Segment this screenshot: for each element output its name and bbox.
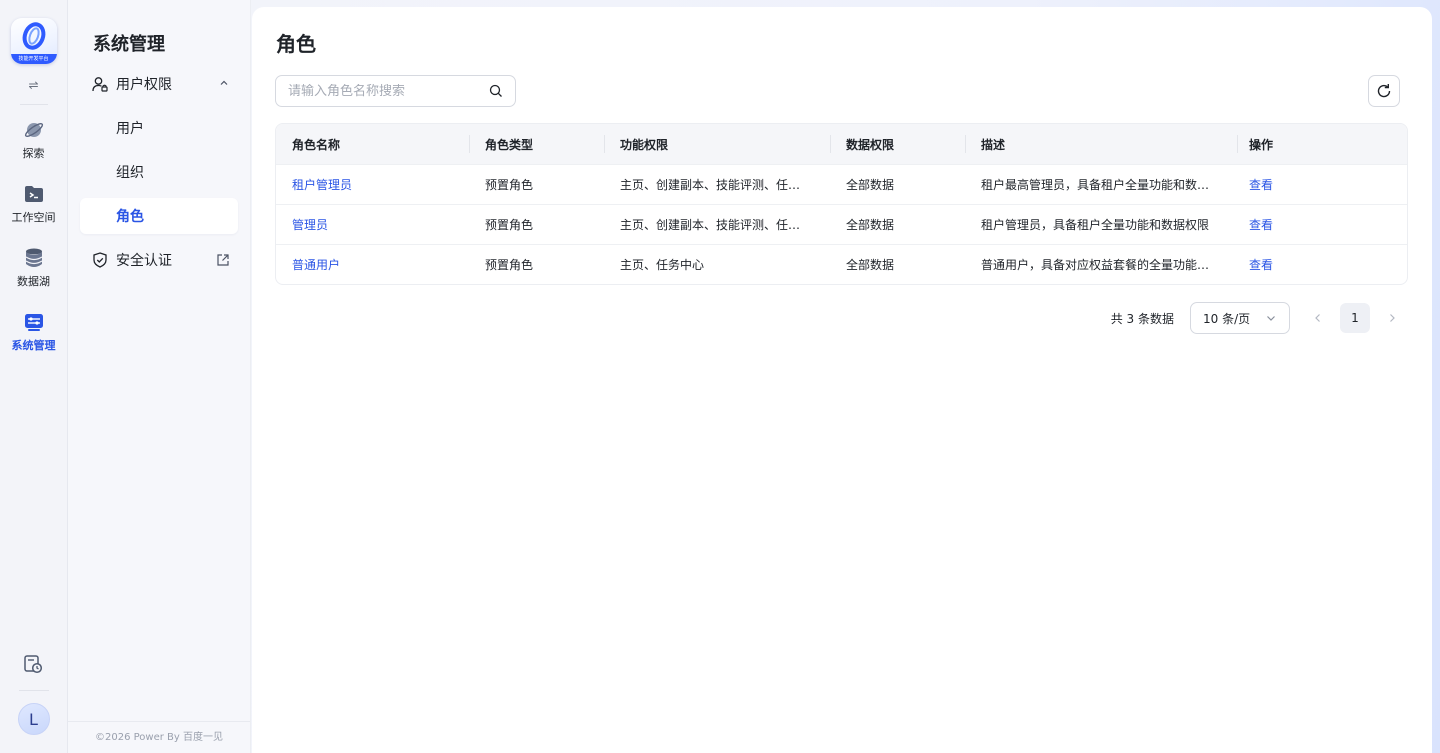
table-header-row: 角色名称 角色类型 功能权限 数据权限 描述 操作 <box>276 124 1407 164</box>
sidebar-item-roles[interactable]: 角色 <box>80 198 238 234</box>
roles-table: 角色名称 角色类型 功能权限 数据权限 描述 操作 租户管理员 预置角色 主页、… <box>275 123 1408 285</box>
chevron-right-icon <box>1390 314 1395 322</box>
rail-bottom: L <box>17 654 50 753</box>
secondary-sidebar: 系统管理 用户权限 用户 组织 角色 安全认证 ©2026 Power By 百… <box>68 0 251 753</box>
table-row: 普通用户 预置角色 主页、任务中心 全部数据 普通用户，具备对应权益套餐的全量功… <box>276 244 1407 284</box>
search-input[interactable] <box>288 83 489 99</box>
shield-icon <box>93 252 107 268</box>
logo-badge: 技能开发平台 <box>10 54 57 64</box>
rail-item-explore[interactable]: 探索 <box>4 119 64 161</box>
table-row: 租户管理员 预置角色 主页、创建副本、技能评测、任务... 全部数据 租户最高管… <box>276 164 1407 204</box>
database-icon <box>23 247 45 269</box>
description-cell: 租户最高管理员，具备租户全量功能和数据... <box>981 178 1221 192</box>
refresh-icon <box>1377 84 1391 98</box>
rail-item-label: 数据湖 <box>17 275 50 288</box>
function-permission-cell: 主页、创建副本、技能评测、任务... <box>620 178 812 192</box>
next-page-button[interactable] <box>1382 308 1402 328</box>
page-size-select[interactable]: 10 条/页 <box>1190 302 1290 334</box>
sidebar-item-organization[interactable]: 组织 <box>80 154 238 190</box>
data-permission-cell: 全部数据 <box>846 218 895 232</box>
sidebar-item-users[interactable]: 用户 <box>80 110 238 146</box>
role-name-link[interactable]: 管理员 <box>292 216 328 233</box>
rail-item-label: 探索 <box>22 147 45 160</box>
total-count: 共 3 条数据 <box>1110 311 1174 326</box>
role-name-link[interactable]: 租户管理员 <box>292 176 352 193</box>
view-action-link[interactable]: 查看 <box>1249 216 1273 233</box>
history-icon[interactable] <box>23 654 45 676</box>
planet-icon <box>23 119 45 141</box>
column-header: 角色名称 <box>292 137 341 152</box>
rail-item-label: 工作空间 <box>11 211 56 224</box>
view-action-link[interactable]: 查看 <box>1249 176 1273 193</box>
chevron-left-icon <box>1315 314 1320 322</box>
page-size-value: 10 条/页 <box>1203 311 1251 326</box>
refresh-button[interactable] <box>1368 75 1400 107</box>
role-name-link[interactable]: 普通用户 <box>292 256 340 273</box>
rail-divider <box>18 690 49 691</box>
sidebar-item-label: 安全认证 <box>116 253 172 269</box>
swap-icon[interactable]: ⇌ <box>28 78 38 92</box>
search-box <box>275 75 516 107</box>
data-permission-cell: 全部数据 <box>846 258 895 272</box>
view-action-link[interactable]: 查看 <box>1249 256 1273 273</box>
sidebar-item-security[interactable]: 安全认证 <box>80 242 238 278</box>
search-icon[interactable] <box>489 84 503 98</box>
prev-page-button[interactable] <box>1308 308 1328 328</box>
function-permission-cell: 主页、创建副本、技能评测、任务... <box>620 218 812 232</box>
column-header: 操作 <box>1237 124 1407 164</box>
app-logo[interactable]: 技能开发平台 <box>10 18 57 64</box>
role-type-cell: 预置角色 <box>485 218 534 232</box>
external-link-icon <box>217 254 229 266</box>
table-row: 管理员 预置角色 主页、创建副本、技能评测、任务... 全部数据 租户管理员，具… <box>276 204 1407 244</box>
pagination: 共 3 条数据 10 条/页 1 <box>1111 302 1408 334</box>
terminal-folder-icon <box>23 183 45 205</box>
sidebar-group-label: 用户权限 <box>116 77 172 93</box>
sidebar-title: 系统管理 <box>93 34 165 55</box>
column-header: 描述 <box>965 124 1237 164</box>
settings-panel-icon <box>23 311 45 333</box>
page-title: 角色 <box>276 32 316 56</box>
description-cell: 普通用户，具备对应权益套餐的全量功能和... <box>981 258 1221 272</box>
chevron-down-icon <box>1267 316 1275 321</box>
main-content: 角色 角色名称 角色类型 功能权限 数据权限 描述 操作 租户管理员 预置角色 … <box>252 7 1432 753</box>
chevron-up-icon <box>220 80 228 85</box>
column-header: 数据权限 <box>830 124 965 164</box>
column-header: 功能权限 <box>604 124 830 164</box>
function-permission-cell: 主页、任务中心 <box>620 258 705 272</box>
sidebar-group-user-permission[interactable]: 用户权限 <box>80 66 238 102</box>
rail-item-system-management[interactable]: 系统管理 <box>4 311 64 353</box>
sidebar-footer: ©2026 Power By 百度一见 <box>68 721 250 753</box>
role-type-cell: 预置角色 <box>485 178 534 192</box>
avatar[interactable]: L <box>17 703 50 735</box>
user-lock-icon <box>92 77 108 92</box>
rail-item-label: 系统管理 <box>11 339 56 352</box>
data-permission-cell: 全部数据 <box>846 178 895 192</box>
rail-item-workspace[interactable]: 工作空间 <box>4 183 64 225</box>
rail-divider <box>19 104 48 105</box>
role-type-cell: 预置角色 <box>485 258 534 272</box>
page-number-button[interactable]: 1 <box>1340 303 1370 333</box>
column-header: 角色类型 <box>469 124 604 164</box>
rail-item-datalake[interactable]: 数据湖 <box>4 247 64 289</box>
app-rail: 技能开发平台 ⇌ 探索 工作空间 数据湖 系统管理 L <box>0 0 68 753</box>
description-cell: 租户管理员，具备租户全量功能和数据权限 <box>981 218 1210 232</box>
